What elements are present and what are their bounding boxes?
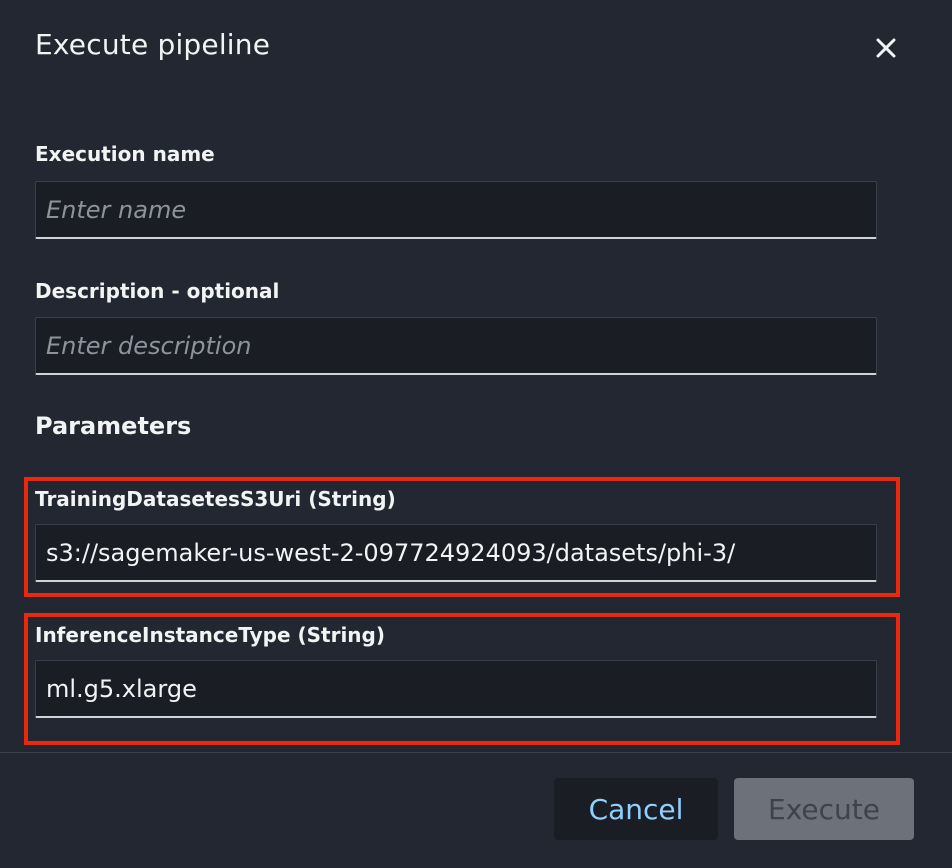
parameters-heading: Parameters: [35, 412, 192, 440]
dialog-title: Execute pipeline: [35, 28, 271, 61]
param-inference-instance-input[interactable]: [35, 660, 877, 718]
description-input[interactable]: [35, 317, 877, 375]
close-icon: [875, 37, 897, 59]
cancel-button[interactable]: Cancel: [554, 778, 718, 840]
close-button[interactable]: [866, 28, 906, 68]
execution-name-label: Execution name: [35, 142, 215, 166]
param-training-dataset-input[interactable]: [35, 524, 877, 582]
param-training-dataset-label: TrainingDatasetesS3Uri (String): [35, 487, 396, 511]
description-label: Description - optional: [35, 279, 280, 303]
param-inference-instance-label: InferenceInstanceType (String): [35, 623, 385, 647]
execution-name-input[interactable]: [35, 181, 877, 239]
footer-divider: [0, 752, 952, 753]
execute-pipeline-dialog: Execute pipeline Execution name Descript…: [0, 0, 952, 868]
execute-button[interactable]: Execute: [734, 778, 914, 840]
